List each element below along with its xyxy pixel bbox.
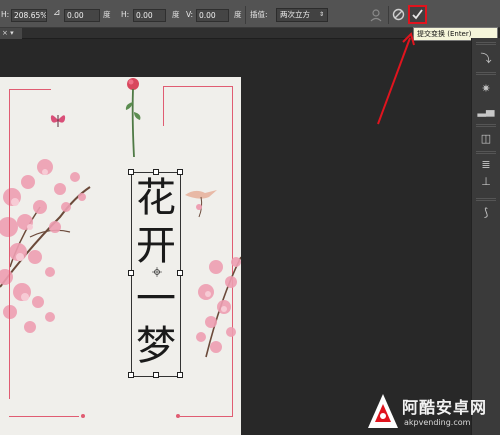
history-icon[interactable]: ⤵ — [477, 50, 495, 68]
commit-transform-button[interactable] — [408, 5, 427, 24]
transform-handle-bottom[interactable] — [153, 372, 159, 378]
watermark-title: 阿酷安卓网 — [402, 398, 488, 417]
transform-handle-top-left[interactable] — [128, 169, 134, 175]
frame-dot — [81, 414, 85, 418]
reference-point-icon[interactable] — [152, 267, 162, 277]
angle-icon: ⊿ — [53, 8, 61, 18]
frame-line — [163, 86, 164, 126]
transform-handle-right[interactable] — [177, 270, 183, 276]
frame-line — [9, 416, 79, 417]
rose-icon — [125, 78, 141, 158]
checkmark-icon — [412, 9, 423, 20]
character-icon[interactable]: ⊥ — [477, 173, 495, 191]
right-panel-dock: ⤵ ✷ ▂▄ ◫ ≣ ⊥ ⟆ — [471, 38, 500, 435]
adjustments-icon[interactable]: ✷ — [477, 80, 495, 98]
dock-grip[interactable] — [476, 151, 496, 154]
transform-handle-bottom-left[interactable] — [128, 372, 134, 378]
cherry-blossom-left — [0, 159, 91, 333]
bird-icon — [185, 190, 217, 218]
frame-dot — [176, 414, 180, 418]
dock-grip[interactable] — [476, 72, 496, 75]
frame-line — [163, 86, 233, 87]
document-canvas[interactable]: 花 开 一 梦 — [0, 77, 241, 435]
v-skew-label: V: — [186, 10, 194, 19]
transform-handle-left[interactable] — [128, 270, 134, 276]
watermark-url: akpvending.com — [404, 418, 471, 427]
document-tab[interactable]: × ▾ — [0, 28, 22, 39]
width-percent-field[interactable]: 208.65% — [11, 9, 47, 22]
transform-handle-top-right[interactable] — [177, 169, 183, 175]
cancel-transform-icon[interactable] — [392, 8, 405, 21]
interpolation-select[interactable]: 两次立方 ⇕ — [276, 8, 328, 22]
dock-grip[interactable] — [476, 198, 496, 201]
warp-mode-icon[interactable] — [368, 7, 384, 23]
transform-bounding-box[interactable] — [128, 169, 183, 378]
frame-line — [9, 89, 10, 399]
v-skew-field[interactable]: 0.00 — [196, 9, 229, 22]
transform-handle-top[interactable] — [153, 169, 159, 175]
dock-grip[interactable] — [476, 124, 496, 127]
cherry-blossom-right — [196, 256, 241, 358]
options-separator — [388, 6, 389, 24]
interpolation-value: 两次立方 — [280, 10, 310, 19]
transform-handle-bottom-right[interactable] — [177, 372, 183, 378]
site-watermark: 阿酷安卓网 akpvending.com — [364, 390, 500, 435]
h-skew-unit: 度 — [172, 10, 180, 19]
v-skew-unit: 度 — [234, 10, 242, 19]
interpolation-label: 插值: — [250, 10, 268, 19]
levels-icon[interactable]: ▂▄ — [477, 102, 495, 120]
styles-icon[interactable]: ◫ — [477, 130, 495, 148]
rotation-angle-field[interactable]: 0.00 — [64, 9, 100, 22]
dock-grip[interactable] — [476, 42, 496, 45]
paragraph-icon[interactable]: ≣ — [477, 156, 495, 174]
width-label: H: — [1, 10, 10, 19]
frame-line — [180, 416, 233, 417]
options-separator — [245, 6, 246, 24]
frame-line — [9, 89, 51, 90]
photoshop-window: H: 208.65% ⊿ 0.00 度 H: 0.00 度 V: 0.00 度 … — [0, 0, 500, 435]
h-skew-label: H: — [121, 10, 130, 19]
brush-icon[interactable]: ⟆ — [477, 204, 495, 222]
options-bar: H: 208.65% ⊿ 0.00 度 H: 0.00 度 V: 0.00 度 … — [0, 0, 500, 28]
select-arrow-icon: ⇕ — [318, 11, 324, 18]
angle-unit: 度 — [103, 10, 111, 19]
h-skew-field[interactable]: 0.00 — [133, 9, 166, 22]
watermark-logo-icon — [368, 394, 398, 428]
butterfly-icon — [50, 115, 66, 127]
tab-controls[interactable]: × ▾ — [2, 29, 14, 37]
annotation-arrow — [377, 32, 415, 125]
